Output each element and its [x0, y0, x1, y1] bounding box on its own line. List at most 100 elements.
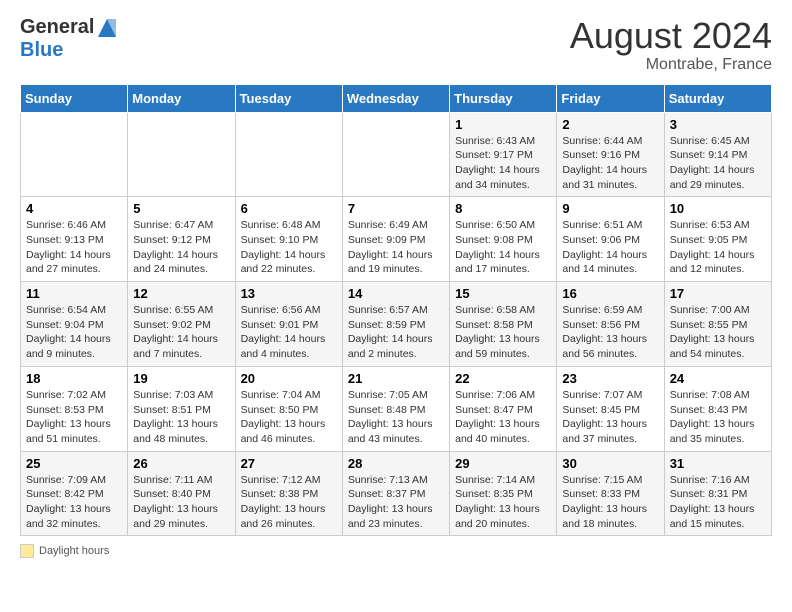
- day-number: 4: [26, 201, 122, 216]
- calendar-cell-4-7: 24 Sunrise: 7:08 AMSunset: 8:43 PMDayligh…: [664, 366, 771, 451]
- calendar-cell-5-2: 26Sunrise: 7:11 AMSunset: 8:40 PMDayligh…: [128, 451, 235, 536]
- day-info: Sunrise: 6:43 AMSunset: 9:17 PMDaylight:…: [455, 134, 551, 193]
- calendar-cell-2-1: 4 Sunrise: 6:46 AMSunset: 9:13 PMDaylight…: [21, 197, 128, 282]
- calendar-cell-3-7: 17 Sunrise: 7:00 AMSunset: 8:55 PMDayligh…: [664, 282, 771, 367]
- legend-box-daylight: [20, 544, 34, 558]
- day-number: 3: [670, 117, 766, 132]
- calendar-cell-4-1: 18 Sunrise: 7:02 AMSunset: 8:53 PMDayligh…: [21, 366, 128, 451]
- day-info: Sunrise: 6:57 AMSunset: 8:59 PMDaylight:…: [348, 303, 444, 362]
- calendar-cell-2-6: 9 Sunrise: 6:51 AMSunset: 9:06 PMDaylight…: [557, 197, 664, 282]
- day-info: Sunrise: 7:02 AMSunset: 8:53 PMDaylight:…: [26, 388, 122, 447]
- calendar-cell-3-1: 11 Sunrise: 6:54 AMSunset: 9:04 PMDayligh…: [21, 282, 128, 367]
- title-block: August 2024 Montrabe, France: [570, 16, 772, 74]
- calendar-table: SundayMondayTuesdayWednesdayThursdayFrid…: [20, 84, 772, 537]
- calendar-cell-3-5: 15 Sunrise: 6:58 AMSunset: 8:58 PMDayligh…: [450, 282, 557, 367]
- calendar-cell-3-6: 16 Sunrise: 6:59 AMSunset: 8:56 PMDayligh…: [557, 282, 664, 367]
- day-number: 18: [26, 371, 122, 386]
- day-info: Sunrise: 7:16 AMSunset: 8:31 PMDaylight:…: [670, 473, 766, 532]
- calendar-week-2: 4 Sunrise: 6:46 AMSunset: 9:13 PMDaylight…: [21, 197, 772, 282]
- day-info: Sunrise: 6:59 AMSunset: 8:56 PMDaylight:…: [562, 303, 658, 362]
- day-info: Sunrise: 6:49 AMSunset: 9:09 PMDaylight:…: [348, 218, 444, 277]
- day-info: Sunrise: 6:58 AMSunset: 8:58 PMDaylight:…: [455, 303, 551, 362]
- day-number: 21: [348, 371, 444, 386]
- day-number: 8: [455, 201, 551, 216]
- day-number: 17: [670, 286, 766, 301]
- day-number: 22: [455, 371, 551, 386]
- day-info: Sunrise: 7:09 AMSunset: 8:42 PMDaylight:…: [26, 473, 122, 532]
- header-monday: Monday: [128, 84, 235, 112]
- day-number: 16: [562, 286, 658, 301]
- page-title: August 2024: [570, 16, 772, 56]
- day-info: Sunrise: 7:15 AMSunset: 8:33 PMDaylight:…: [562, 473, 658, 532]
- day-info: Sunrise: 7:03 AMSunset: 8:51 PMDaylight:…: [133, 388, 229, 447]
- calendar-cell-1-3: [235, 112, 342, 197]
- day-info: Sunrise: 7:08 AMSunset: 8:43 PMDaylight:…: [670, 388, 766, 447]
- calendar-cell-2-2: 5Sunrise: 6:47 AMSunset: 9:12 PMDaylight…: [128, 197, 235, 282]
- calendar-cell-4-3: 20Sunrise: 7:04 AMSunset: 8:50 PMDayligh…: [235, 366, 342, 451]
- day-number: 12: [133, 286, 229, 301]
- calendar-cell-3-3: 13Sunrise: 6:56 AMSunset: 9:01 PMDayligh…: [235, 282, 342, 367]
- calendar-cell-1-6: 2 Sunrise: 6:44 AMSunset: 9:16 PMDaylight…: [557, 112, 664, 197]
- header-saturday: Saturday: [664, 84, 771, 112]
- day-info: Sunrise: 6:48 AMSunset: 9:10 PMDaylight:…: [241, 218, 337, 277]
- day-number: 29: [455, 456, 551, 471]
- day-info: Sunrise: 6:55 AMSunset: 9:02 PMDaylight:…: [133, 303, 229, 362]
- day-number: 2: [562, 117, 658, 132]
- header-sunday: Sunday: [21, 84, 128, 112]
- day-info: Sunrise: 6:51 AMSunset: 9:06 PMDaylight:…: [562, 218, 658, 277]
- day-number: 14: [348, 286, 444, 301]
- header-tuesday: Tuesday: [235, 84, 342, 112]
- header-friday: Friday: [557, 84, 664, 112]
- day-info: Sunrise: 6:56 AMSunset: 9:01 PMDaylight:…: [241, 303, 337, 362]
- day-info: Sunrise: 7:07 AMSunset: 8:45 PMDaylight:…: [562, 388, 658, 447]
- header-thursday: Thursday: [450, 84, 557, 112]
- day-number: 6: [241, 201, 337, 216]
- legend-label-daylight: Daylight hours: [39, 545, 109, 557]
- day-number: 23: [562, 371, 658, 386]
- logo-icon: [96, 17, 118, 39]
- calendar-cell-5-7: 31Sunrise: 7:16 AMSunset: 8:31 PMDayligh…: [664, 451, 771, 536]
- header-wednesday: Wednesday: [342, 84, 449, 112]
- calendar-week-4: 18 Sunrise: 7:02 AMSunset: 8:53 PMDayligh…: [21, 366, 772, 451]
- day-number: 24: [670, 371, 766, 386]
- day-number: 19: [133, 371, 229, 386]
- calendar-cell-4-6: 23 Sunrise: 7:07 AMSunset: 8:45 PMDayligh…: [557, 366, 664, 451]
- calendar-cell-1-7: 3 Sunrise: 6:45 AMSunset: 9:14 PMDaylight…: [664, 112, 771, 197]
- calendar-cell-5-4: 28Sunrise: 7:13 AMSunset: 8:37 PMDayligh…: [342, 451, 449, 536]
- day-info: Sunrise: 6:54 AMSunset: 9:04 PMDaylight:…: [26, 303, 122, 362]
- logo-blue: Blue: [20, 39, 118, 61]
- day-info: Sunrise: 7:12 AMSunset: 8:38 PMDaylight:…: [241, 473, 337, 532]
- calendar-cell-2-3: 6 Sunrise: 6:48 AMSunset: 9:10 PMDaylight…: [235, 197, 342, 282]
- day-number: 28: [348, 456, 444, 471]
- day-number: 15: [455, 286, 551, 301]
- day-number: 1: [455, 117, 551, 132]
- calendar-header-row: SundayMondayTuesdayWednesdayThursdayFrid…: [21, 84, 772, 112]
- legend: Daylight hours: [20, 544, 772, 558]
- day-info: Sunrise: 6:50 AMSunset: 9:08 PMDaylight:…: [455, 218, 551, 277]
- day-info: Sunrise: 6:47 AMSunset: 9:12 PMDaylight:…: [133, 218, 229, 277]
- calendar-cell-2-5: 8 Sunrise: 6:50 AMSunset: 9:08 PMDaylight…: [450, 197, 557, 282]
- day-info: Sunrise: 6:46 AMSunset: 9:13 PMDaylight:…: [26, 218, 122, 277]
- day-number: 25: [26, 456, 122, 471]
- calendar-cell-1-1: [21, 112, 128, 197]
- calendar-week-1: 1 Sunrise: 6:43 AMSunset: 9:17 PMDaylight…: [21, 112, 772, 197]
- calendar-cell-1-5: 1 Sunrise: 6:43 AMSunset: 9:17 PMDaylight…: [450, 112, 557, 197]
- day-info: Sunrise: 6:44 AMSunset: 9:16 PMDaylight:…: [562, 134, 658, 193]
- day-number: 27: [241, 456, 337, 471]
- day-info: Sunrise: 6:53 AMSunset: 9:05 PMDaylight:…: [670, 218, 766, 277]
- day-info: Sunrise: 7:06 AMSunset: 8:47 PMDaylight:…: [455, 388, 551, 447]
- day-info: Sunrise: 7:11 AMSunset: 8:40 PMDaylight:…: [133, 473, 229, 532]
- calendar-cell-3-4: 14 Sunrise: 6:57 AMSunset: 8:59 PMDayligh…: [342, 282, 449, 367]
- calendar-cell-5-6: 30Sunrise: 7:15 AMSunset: 8:33 PMDayligh…: [557, 451, 664, 536]
- day-number: 11: [26, 286, 122, 301]
- calendar-week-5: 25 Sunrise: 7:09 AMSunset: 8:42 PMDayligh…: [21, 451, 772, 536]
- logo-text: General: [20, 16, 118, 39]
- day-number: 20: [241, 371, 337, 386]
- calendar-cell-1-4: [342, 112, 449, 197]
- calendar-cell-4-2: 19 Sunrise: 7:03 AMSunset: 8:51 PMDayligh…: [128, 366, 235, 451]
- day-number: 9: [562, 201, 658, 216]
- day-number: 10: [670, 201, 766, 216]
- day-number: 7: [348, 201, 444, 216]
- day-info: Sunrise: 6:45 AMSunset: 9:14 PMDaylight:…: [670, 134, 766, 193]
- day-info: Sunrise: 7:00 AMSunset: 8:55 PMDaylight:…: [670, 303, 766, 362]
